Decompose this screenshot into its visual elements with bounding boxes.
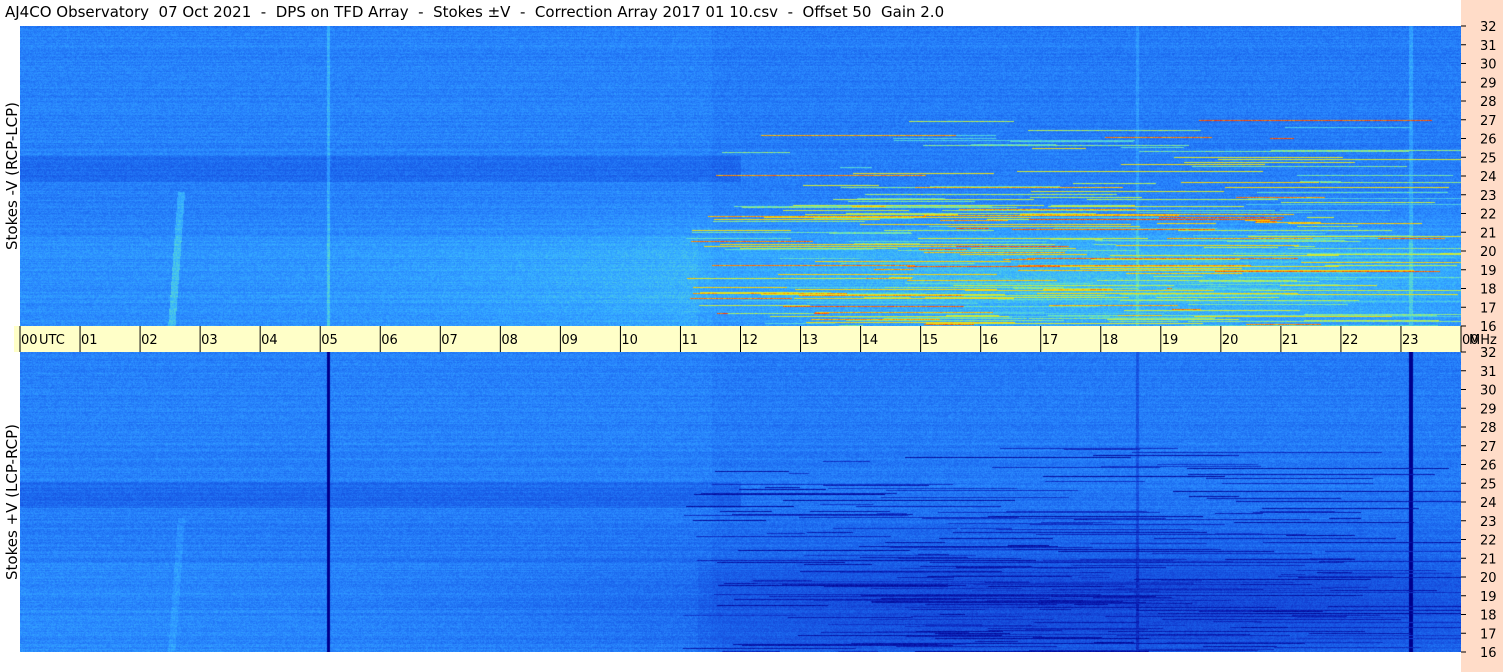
time-tick-label: 01 [81,333,98,348]
frequency-axis-top: 32 31 30 29 28 27 26 25 24 23 22 21 20 19 18 17 16 [1461,20,1497,335]
time-unit-label: UTC [39,333,65,348]
time-tick-label: 23 [1402,333,1419,348]
frequency-tick-label: 22 [1480,208,1497,223]
frequency-tick-label: 26 [1480,459,1497,474]
frequency-tick-label: 23 [1480,515,1497,530]
time-tick-label: 19 [1162,333,1179,348]
frequency-tick-label: 20 [1480,571,1497,586]
frequency-tick-label: 30 [1480,58,1497,73]
axis-overlay: 00 01 02 03 04 05 06 07 08 09 10 11 12 13 14 15 16 17 18 19… [19,20,1497,661]
time-tick-label: 14 [862,333,879,348]
frequency-tick-label: 16 [1480,320,1497,335]
frequency-tick-label: 31 [1480,39,1497,54]
time-tick-label: 12 [742,333,759,348]
frequency-tick-label: 28 [1480,421,1497,436]
frequency-tick-label: 22 [1480,534,1497,549]
frequency-tick-label: 17 [1480,627,1497,642]
frequency-tick-label: 21 [1480,226,1497,241]
time-tick-label: 08 [501,333,518,348]
frequency-tick-label: 28 [1480,95,1497,110]
frequency-tick-label: 19 [1480,590,1497,605]
frequency-tick-label: 27 [1480,440,1497,455]
frequency-tick-label: 18 [1480,283,1497,298]
time-tick-label: 03 [201,333,218,348]
frequency-tick-label: 25 [1480,151,1497,166]
frequency-tick-label: 26 [1480,133,1497,148]
time-tick-label: 21 [1282,333,1299,348]
frequency-axis-bottom: 32 31 30 29 28 27 26 25 24 23 22 21 20 19 18 17 16 [1461,346,1497,661]
frequency-tick-label: 29 [1480,76,1497,91]
frequency-tick-label: 16 [1480,646,1497,661]
time-tick-label: 06 [381,333,398,348]
time-axis: 00 01 02 03 04 05 06 07 08 09 10 11 12 13 14 15 16 17 18 19… [19,326,1497,352]
frequency-tick-label: 29 [1480,402,1497,417]
time-tick-label: 17 [1042,333,1059,348]
frequency-tick-label: 21 [1480,552,1497,567]
frequency-tick-label: 31 [1480,365,1497,380]
time-tick-label: 02 [141,333,158,348]
time-tick-label: 20 [1222,333,1239,348]
time-tick-label: 04 [261,333,278,348]
frequency-tick-label: 24 [1480,496,1497,511]
frequency-tick-label: 32 [1480,20,1497,35]
time-tick-label: 11 [681,333,698,348]
frequency-tick-label: 27 [1480,114,1497,129]
frequency-tick-label: 17 [1480,301,1497,316]
time-tick-label: 18 [1102,333,1119,348]
frequency-tick-label: 24 [1480,170,1497,185]
frequency-tick-label: 19 [1480,264,1497,279]
time-tick-label: 05 [321,333,338,348]
time-tick-label: 22 [1342,333,1359,348]
time-tick-label: 10 [621,333,638,348]
frequency-tick-label: 30 [1480,384,1497,399]
time-tick-label: 09 [561,333,578,348]
frequency-tick-label: 23 [1480,189,1497,204]
frequency-tick-label: 18 [1480,609,1497,624]
frequency-tick-label: 20 [1480,245,1497,260]
time-tick-label: 00 [21,333,38,348]
time-tick-label: 07 [441,333,458,348]
frequency-tick-label: 32 [1480,346,1497,361]
frequency-tick-label: 25 [1480,477,1497,492]
time-tick-label: 16 [982,333,999,348]
time-tick-label: 13 [802,333,819,348]
time-tick-label: 15 [922,333,939,348]
